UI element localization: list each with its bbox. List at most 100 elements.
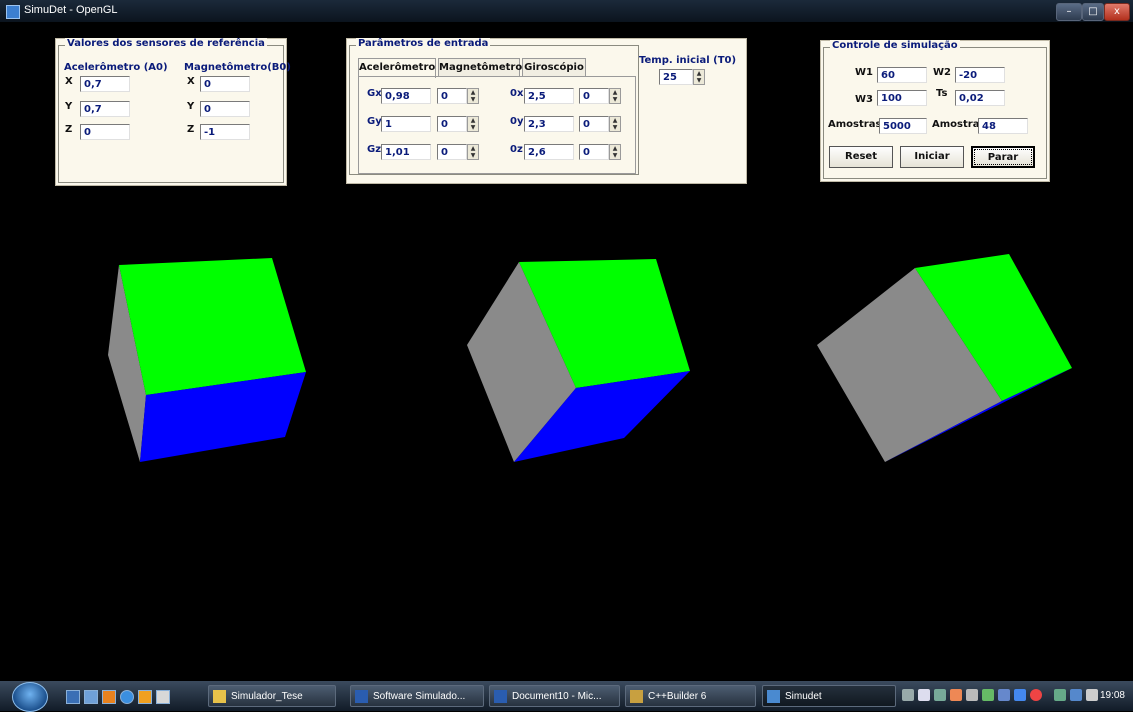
tab-acelerometro[interactable]: Acelerômetro — [358, 58, 436, 78]
taskbar-item-document10[interactable]: Document10 - Mic... — [489, 685, 620, 707]
oy-field[interactable]: 2,3 — [524, 116, 574, 132]
amostra-field[interactable]: 48 — [978, 118, 1028, 134]
gz-spinner[interactable]: ▲ ▼ — [467, 144, 479, 160]
mag-x-label: X — [187, 76, 195, 87]
accel-x-label: X — [65, 76, 73, 87]
system-tray: 19:08 — [896, 683, 1133, 709]
w2-label: W2 — [933, 67, 951, 78]
params-panel: Parâmetros de entrada Acelerômetro Magne… — [346, 38, 747, 184]
window-title: SimuDet - OpenGL — [24, 4, 118, 16]
notepad-icon[interactable] — [156, 690, 170, 704]
app-icon — [767, 690, 780, 703]
params-group: Parâmetros de entrada Acelerômetro Magne… — [349, 38, 639, 175]
gx-field[interactable]: 0,98 — [381, 88, 431, 104]
gy-field[interactable]: 1 — [381, 116, 431, 132]
close-button[interactable]: x — [1104, 3, 1130, 21]
volume-icon[interactable] — [1086, 689, 1098, 701]
mag-z-label: Z — [187, 124, 195, 135]
gz-field[interactable]: 1,01 — [381, 144, 431, 160]
w3-field[interactable]: 100 — [877, 90, 927, 106]
parar-button[interactable]: Parar — [971, 146, 1035, 168]
ox-spin-field[interactable]: 0 — [579, 88, 609, 104]
sim-panel: Controle de simulação W1 60 W2 -20 W3 10… — [820, 40, 1050, 182]
bluetooth-icon[interactable] — [998, 689, 1010, 701]
taskbar-item-software-simulado[interactable]: Software Simulado... — [350, 685, 484, 707]
accel-z-label: Z — [65, 124, 73, 135]
calendar-icon[interactable] — [138, 690, 152, 704]
gx-spinner[interactable]: ▲ ▼ — [467, 88, 479, 104]
mag-x-field[interactable]: 0 — [200, 76, 250, 92]
ts-field[interactable]: 0,02 — [955, 90, 1005, 106]
reset-button[interactable]: Reset — [829, 146, 893, 168]
tray-tool-icon[interactable] — [966, 689, 978, 701]
oy-spinner[interactable]: ▲ ▼ — [609, 116, 621, 132]
amostras-field[interactable]: 5000 — [879, 118, 927, 134]
temp-spinner[interactable]: ▲ ▼ — [693, 69, 705, 85]
taskbar-item-label: Document10 - Mic... — [512, 691, 602, 702]
maximize-button[interactable]: □ — [1082, 3, 1104, 21]
oz-spin-field[interactable]: 0 — [579, 144, 609, 160]
taskbar-item-cpp-builder[interactable]: C++Builder 6 — [625, 685, 756, 707]
show-desktop-icon[interactable] — [66, 690, 80, 704]
accel-y-field[interactable]: 0,7 — [80, 101, 130, 117]
oy-spin-field[interactable]: 0 — [579, 116, 609, 132]
amostras-label: Amostras — [828, 119, 882, 130]
params-title: Parâmetros de entrada — [356, 38, 491, 49]
mag-y-label: Y — [187, 101, 195, 112]
gz-label: Gz — [367, 144, 382, 155]
tab-giroscopio[interactable]: Giroscópio — [522, 58, 586, 76]
cube-2 — [467, 259, 690, 462]
mag-z-field[interactable]: -1 — [200, 124, 250, 140]
ox-field[interactable]: 2,5 — [524, 88, 574, 104]
cube-3 — [817, 254, 1072, 462]
gz-spin-field[interactable]: 0 — [437, 144, 467, 160]
wifi-icon[interactable] — [1054, 689, 1066, 701]
taskbar-item-label: Software Simulado... — [373, 691, 466, 702]
tray-app-icon[interactable] — [918, 689, 930, 701]
gy-label: Gy — [367, 116, 382, 127]
word-icon — [355, 690, 368, 703]
clock[interactable]: 19:08 — [1100, 690, 1125, 701]
sim-title: Controle de simulação — [830, 40, 960, 51]
iniciar-button[interactable]: Iniciar — [900, 146, 964, 168]
word-icon — [494, 690, 507, 703]
taskbar-item-simulador-tese[interactable]: Simulador_Tese — [208, 685, 336, 707]
gy-spin-field[interactable]: 0 — [437, 116, 467, 132]
start-button[interactable] — [12, 682, 48, 712]
tray-status-icon[interactable] — [982, 689, 994, 701]
taskbar-item-label: Simulador_Tese — [231, 691, 303, 702]
monitor-icon[interactable] — [1014, 689, 1026, 701]
network-icon[interactable] — [934, 689, 946, 701]
w1-field[interactable]: 60 — [877, 67, 927, 83]
accel-x-field[interactable]: 0,7 — [80, 76, 130, 92]
amostra-label: Amostra — [932, 119, 980, 130]
alert-icon[interactable] — [950, 689, 962, 701]
ox-spinner[interactable]: ▲ ▼ — [609, 88, 621, 104]
oz-spinner[interactable]: ▲ ▼ — [609, 144, 621, 160]
oy-label: 0y — [510, 116, 524, 127]
oz-label: 0z — [510, 144, 523, 155]
accel-z-field[interactable]: 0 — [80, 124, 130, 140]
oz-field[interactable]: 2,6 — [524, 144, 574, 160]
w1-label: W1 — [855, 67, 873, 78]
taskbar: Simulador_Tese Software Simulado... Docu… — [0, 681, 1133, 712]
gy-spinner[interactable]: ▲ ▼ — [467, 116, 479, 132]
temp-field[interactable]: 25 — [659, 69, 693, 85]
cube-1-top-face — [119, 258, 306, 395]
switch-windows-icon[interactable] — [84, 690, 98, 704]
tab-magnetometro[interactable]: Magnetômetro — [438, 58, 522, 76]
chevron-left-icon[interactable] — [902, 689, 914, 701]
gx-label: Gx — [367, 88, 382, 99]
minimize-button[interactable]: – — [1056, 3, 1082, 21]
sensors-group: Valores dos sensores de referência Acele… — [58, 38, 291, 183]
internet-explorer-icon[interactable] — [120, 690, 134, 704]
taskbar-item-simudet[interactable]: Simudet — [762, 685, 896, 707]
security-icon[interactable] — [1030, 689, 1042, 701]
display-icon[interactable] — [1070, 689, 1082, 701]
w2-field[interactable]: -20 — [955, 67, 1005, 83]
gx-spin-field[interactable]: 0 — [437, 88, 467, 104]
media-player-icon[interactable] — [102, 690, 116, 704]
taskbar-item-label: C++Builder 6 — [648, 691, 707, 702]
mag-y-field[interactable]: 0 — [200, 101, 250, 117]
accel-header: Acelerômetro (A0) — [64, 62, 168, 73]
